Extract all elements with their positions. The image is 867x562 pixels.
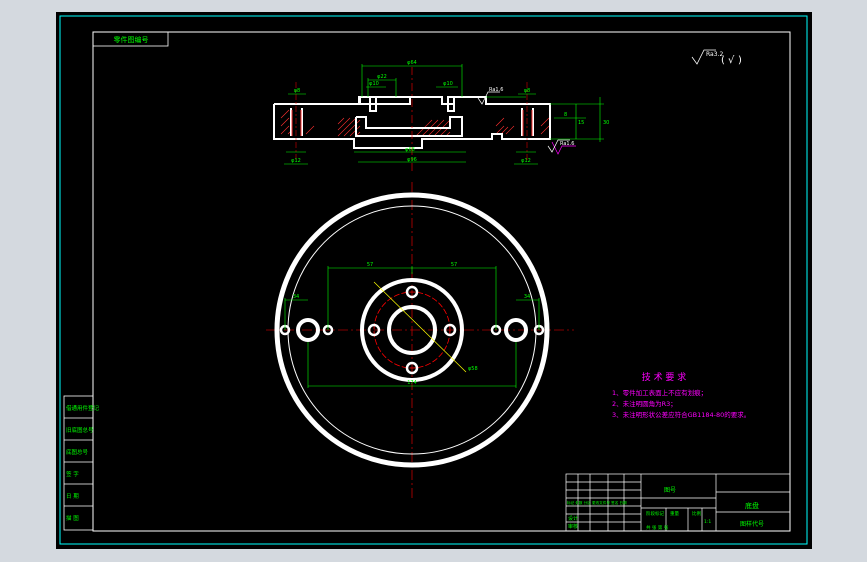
left-strip-item-0: 借通用件登记 [66,404,100,412]
dim-height-step: 15 [578,120,584,126]
plan-view: φ58 57 57 34 34 174 [266,182,574,500]
drawing-frame: 零件图编号 Ra3.2 ( √ ) φ64 φ22 φ10 φ10 φ8 φ8 … [56,12,812,549]
title-part-name: 底盘 [745,501,759,510]
dim-radius-leader: φ58 [468,366,478,372]
dim-right-small: 34 [524,294,530,300]
title-block-text: 图号 底盘 图样代号 标记 处数 分区 更改文件号 签名 日期 设计 审核 阶段… [567,487,764,531]
surface-finish-check: √ [728,55,735,66]
dim-left-span: 57 [367,262,373,268]
left-strip: 借通用件登记 旧底图总号 底图总号 签 字 日 期 描 图 [63,395,100,531]
dim-right-bottom: φ12 [521,158,531,164]
title-row-label-2: 审核 [568,523,578,530]
dim-left-small: 34 [293,294,299,300]
left-strip-item-4: 日 期 [66,493,79,500]
tech-item-1: 1、零件加工表面上不应有划痕； [612,388,707,397]
dim-left-hole: φ8 [294,88,300,94]
dim-left-bottom: φ12 [291,158,301,164]
dim-bottom-recess: φ68 [405,147,415,153]
dim-top-bore: φ22 [377,74,387,80]
left-strip-item-3: 签 字 [66,470,79,478]
title-project: 图号 [664,487,676,494]
title-sheet: 共 张 第 张 [646,524,669,531]
left-strip-item-2: 底图总号 [66,448,89,456]
left-strip-item-1: 旧底图总号 [66,426,94,434]
dim-right-span: 57 [451,262,457,268]
cad-drawing: 零件图编号 Ra3.2 ( √ ) φ64 φ22 φ10 φ10 φ8 φ8 … [59,15,808,545]
section-hatch [280,109,550,137]
surface-finish-paren-open: ( [721,55,725,66]
tech-heading: 技 术 要 求 [642,371,687,383]
dim-right-hole: φ8 [524,88,530,94]
title-tag: 零件图编号 [114,35,149,44]
title-drawing-no: 图样代号 [740,520,764,528]
tech-item-3: 3、未注明形状公差应符合GB1184-80的要求。 [612,410,750,419]
tech-requirements: 技 术 要 求 1、零件加工表面上不应有划痕； 2、未注明圆角为R3； 3、未注… [612,371,750,419]
title-row-label-1: 设计 [568,515,578,522]
stage-label-2: 比例 [692,510,701,517]
stage-label-1: 重量 [670,510,679,517]
roughness-bottom-right: Ra1.6 [560,141,574,147]
dim-top-overall: φ64 [407,60,417,66]
dim-height-total: 30 [603,120,609,126]
title-scale: 1:1 [704,519,711,525]
dim-bottom-base: φ96 [407,157,417,163]
surface-finish-paren-close: ) [738,55,742,66]
dim-top-left-pin: φ10 [369,81,379,87]
stage-label-0: 阶段标记 [646,510,664,517]
section-view: φ64 φ22 φ10 φ10 φ8 φ8 φ68 φ96 φ12 φ12 30… [273,60,609,172]
dim-height-top: 8 [564,112,567,118]
title-row-label-0: 标记 处数 分区 更改文件号 签名 日期 [567,500,627,505]
tech-item-2: 2、未注明圆角为R3； [612,399,677,408]
section-dimensions [284,64,604,165]
left-strip-item-5: 描 图 [66,514,79,522]
dim-bottom-span: 174 [407,380,417,386]
inner-border [92,31,791,532]
dim-top-right-pin: φ10 [443,81,453,87]
surface-finish-symbol: Ra3.2 ( √ ) [691,49,742,66]
roughness-top-right: Ra1.6 [489,87,503,93]
